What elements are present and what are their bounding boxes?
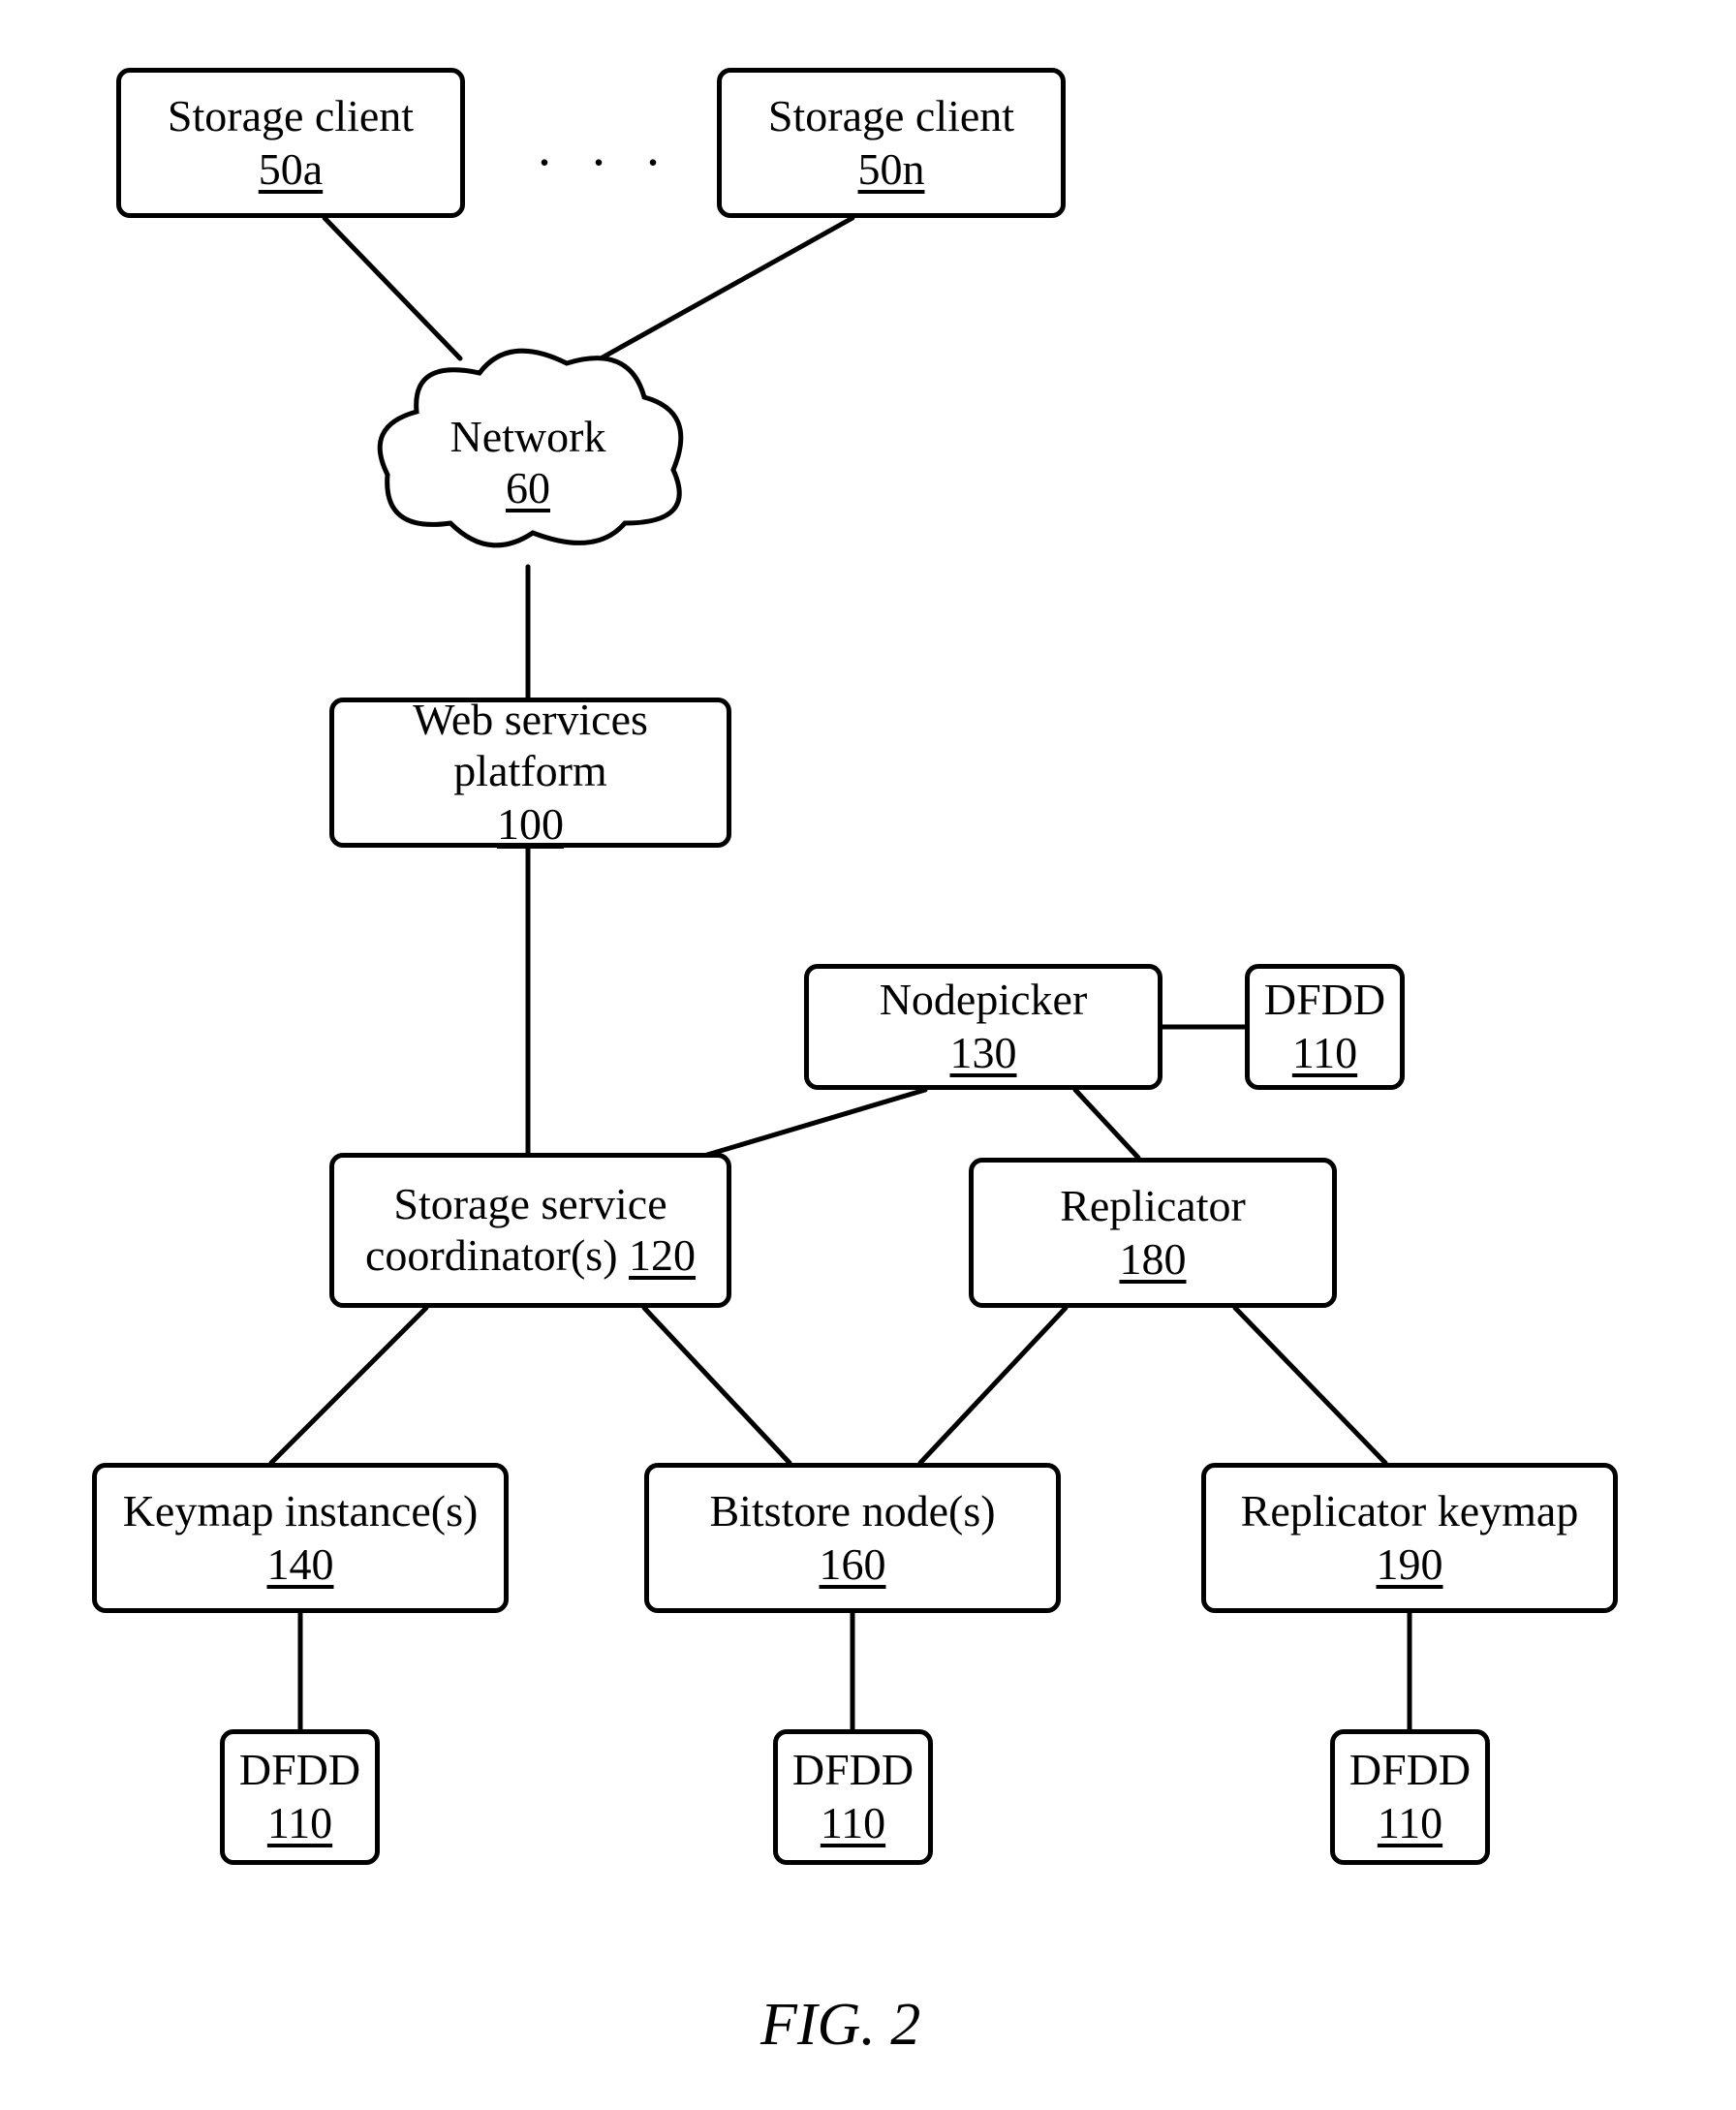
- dfdd-bitstore: DFDD 110: [773, 1729, 933, 1865]
- label: DFDD: [1264, 975, 1385, 1026]
- keymap-instances: Keymap instance(s) 140: [92, 1463, 509, 1613]
- label: DFDD: [1349, 1745, 1471, 1796]
- ref: 50n: [858, 144, 925, 196]
- storage-client-50n: Storage client 50n: [717, 68, 1066, 218]
- ref: 120: [629, 1230, 696, 1280]
- ref: 130: [950, 1028, 1017, 1079]
- ref: 110: [267, 1798, 332, 1849]
- label: Storage client: [768, 91, 1014, 142]
- replicator: Replicator 180: [969, 1158, 1337, 1308]
- ref: 50a: [259, 144, 323, 196]
- label: DFDD: [792, 1745, 914, 1796]
- ref: 100: [497, 799, 564, 851]
- dfdd-nodepicker: DFDD 110: [1245, 964, 1405, 1090]
- network-cloud: Network 60: [363, 329, 693, 572]
- figure-2-diagram: Storage client 50a . . . Storage client …: [0, 0, 1736, 2110]
- ref: 110: [1292, 1028, 1357, 1079]
- label: Network: [450, 412, 606, 461]
- dfdd-repkeymap: DFDD 110: [1330, 1729, 1490, 1865]
- label: Bitstore node(s): [709, 1486, 995, 1537]
- label: Replicator keymap: [1241, 1486, 1579, 1537]
- ref: 110: [821, 1798, 885, 1849]
- ref: 180: [1120, 1234, 1187, 1286]
- ref: 110: [1378, 1798, 1442, 1849]
- storage-service-coordinator: Storage service coordinator(s) 120: [329, 1153, 731, 1308]
- ref: 140: [267, 1539, 334, 1591]
- label-line2: coordinator(s) 120: [365, 1230, 696, 1282]
- ellipsis: . . .: [538, 116, 673, 178]
- label: Storage client: [168, 91, 414, 142]
- label: Nodepicker: [880, 975, 1088, 1026]
- label: Replicator: [1060, 1181, 1246, 1232]
- bitstore-nodes: Bitstore node(s) 160: [644, 1463, 1061, 1613]
- replicator-keymap: Replicator keymap 190: [1201, 1463, 1618, 1613]
- ref: 60: [506, 463, 550, 512]
- dfdd-keymap: DFDD 110: [220, 1729, 380, 1865]
- label: Web services platform: [346, 695, 715, 797]
- label: Keymap instance(s): [123, 1486, 479, 1537]
- nodepicker: Nodepicker 130: [804, 964, 1162, 1090]
- storage-client-50a: Storage client 50a: [116, 68, 465, 218]
- web-services-platform: Web services platform 100: [329, 698, 731, 848]
- label-line1: Storage service: [393, 1179, 666, 1230]
- figure-caption: FIG. 2: [760, 1991, 920, 2060]
- ref: 160: [820, 1539, 886, 1591]
- label: DFDD: [239, 1745, 360, 1796]
- ref: 190: [1377, 1539, 1443, 1591]
